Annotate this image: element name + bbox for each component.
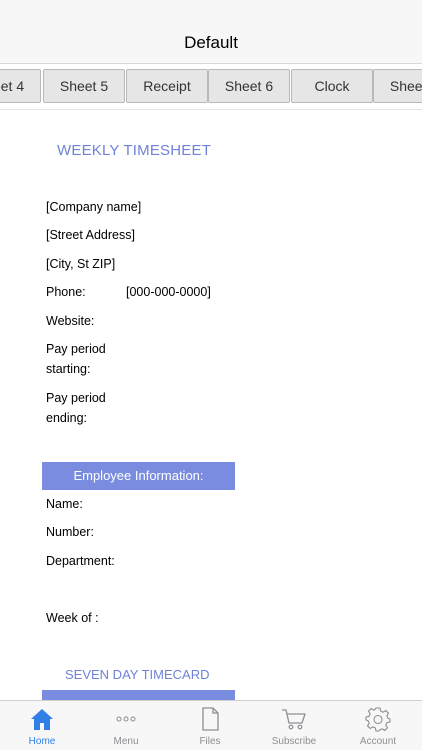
phone-value-cell[interactable]: [000-000-0000] — [126, 282, 211, 302]
more-dots-icon — [116, 716, 136, 722]
tab-sheet-7[interactable]: Sheet 7 — [373, 69, 422, 103]
tab-account[interactable]: Account — [336, 701, 420, 750]
website-label: Website: — [46, 314, 95, 328]
tab-sheet-5[interactable]: Sheet 5 — [43, 69, 125, 103]
navigation-bar: Default — [0, 0, 422, 64]
city-state-zip-cell[interactable]: [City, St ZIP] — [46, 254, 115, 274]
week-of-label: Week of : — [46, 611, 99, 625]
phone-label: Phone: — [46, 285, 86, 299]
page-title: Default — [184, 33, 238, 52]
tab-account-label: Account — [359, 736, 397, 747]
document-icon — [202, 707, 219, 731]
tab-files[interactable]: Files — [168, 701, 252, 750]
department-label: Department: — [46, 554, 115, 568]
tab-files-label: Files — [199, 736, 221, 747]
tab-subscribe-label: Subscribe — [271, 736, 317, 747]
timesheet-sheet[interactable]: WEEKLY TIMESHEET [Company name] [Street … — [0, 111, 422, 700]
tab-receipt[interactable]: Receipt — [126, 69, 208, 103]
pay-period-start-label-2: starting: — [46, 362, 91, 376]
tab-sheet-4[interactable]: Sheet 4 — [0, 69, 41, 103]
number-label: Number: — [46, 525, 94, 539]
tab-menu[interactable]: Menu — [84, 701, 168, 750]
tab-menu-label: Menu — [113, 736, 139, 747]
sheet-title: WEEKLY TIMESHEET — [57, 142, 212, 159]
tab-clock[interactable]: Clock — [291, 69, 373, 103]
company-name-cell[interactable]: [Company name] — [46, 197, 141, 217]
employee-information-header: Employee Information: — [42, 462, 235, 490]
gear-icon — [365, 707, 391, 732]
timecard-title: SEVEN DAY TIMECARD — [65, 667, 210, 682]
tab-subscribe[interactable]: Subscribe — [252, 701, 336, 750]
pay-period-end-label-2: ending: — [46, 411, 88, 425]
sheet-tabs: Sheet 4 Sheet 5 Receipt Sheet 6 Clock Sh… — [0, 64, 422, 110]
timecard-table-header — [42, 690, 235, 700]
pay-period-start-label-1: Pay period — [46, 342, 106, 356]
name-label: Name: — [46, 497, 83, 511]
pay-period-end-label-1: Pay period — [46, 391, 106, 405]
street-address-cell[interactable]: [Street Address] — [46, 225, 135, 245]
tab-home-label: Home — [28, 736, 56, 747]
cart-icon — [282, 709, 306, 730]
home-icon — [31, 709, 53, 730]
tab-home[interactable]: Home — [0, 701, 84, 750]
tab-sheet-6[interactable]: Sheet 6 — [208, 69, 290, 103]
bottom-tab-bar: Home Menu Files Subscribe Account — [0, 700, 422, 750]
